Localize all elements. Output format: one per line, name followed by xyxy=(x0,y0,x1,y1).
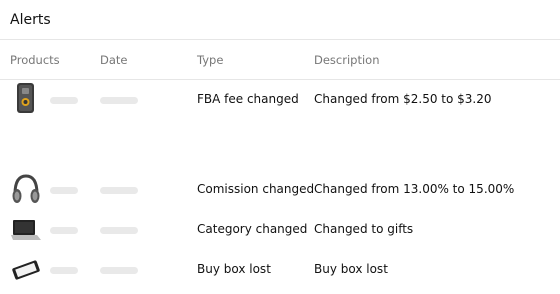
headphones-icon xyxy=(10,170,42,210)
table-row[interactable]: Comission changed Changed from 13.00% to… xyxy=(0,170,560,210)
panel-title: Alerts xyxy=(10,12,51,28)
product-placeholder xyxy=(50,187,78,194)
date-placeholder xyxy=(100,97,138,104)
alert-type: Buy box lost xyxy=(197,262,271,276)
table-row[interactable]: FBA fee changed Changed from $2.50 to $3… xyxy=(0,80,560,120)
alerts-panel: Alerts Products Date Type Description FB… xyxy=(0,0,560,290)
date-placeholder xyxy=(100,267,138,274)
column-header-date[interactable]: Date xyxy=(100,53,128,67)
column-header-products[interactable]: Products xyxy=(10,53,60,67)
table-row[interactable]: Buy box lost Buy box lost xyxy=(0,250,560,290)
phone-icon xyxy=(10,250,42,290)
column-header-description[interactable]: Description xyxy=(314,53,380,67)
alert-type: Comission changed xyxy=(197,182,315,196)
speaker-device-icon xyxy=(10,80,42,120)
alert-description: Changed from $2.50 to $3.20 xyxy=(314,92,492,106)
alert-description: Changed to gifts xyxy=(314,222,414,236)
laptop-icon xyxy=(10,210,42,250)
product-placeholder xyxy=(50,97,78,104)
product-placeholder xyxy=(50,267,78,274)
column-header-type[interactable]: Type xyxy=(197,53,223,67)
title-divider xyxy=(0,39,560,40)
alert-type: FBA fee changed xyxy=(197,92,299,106)
product-placeholder xyxy=(50,227,78,234)
table-row[interactable]: Category changed Changed to gifts xyxy=(0,210,560,250)
alert-description: Buy box lost xyxy=(314,262,388,276)
alert-type: Category changed xyxy=(197,222,308,236)
date-placeholder xyxy=(100,187,138,194)
alert-description: Changed from 13.00% to 15.00% xyxy=(314,182,515,196)
date-placeholder xyxy=(100,227,138,234)
